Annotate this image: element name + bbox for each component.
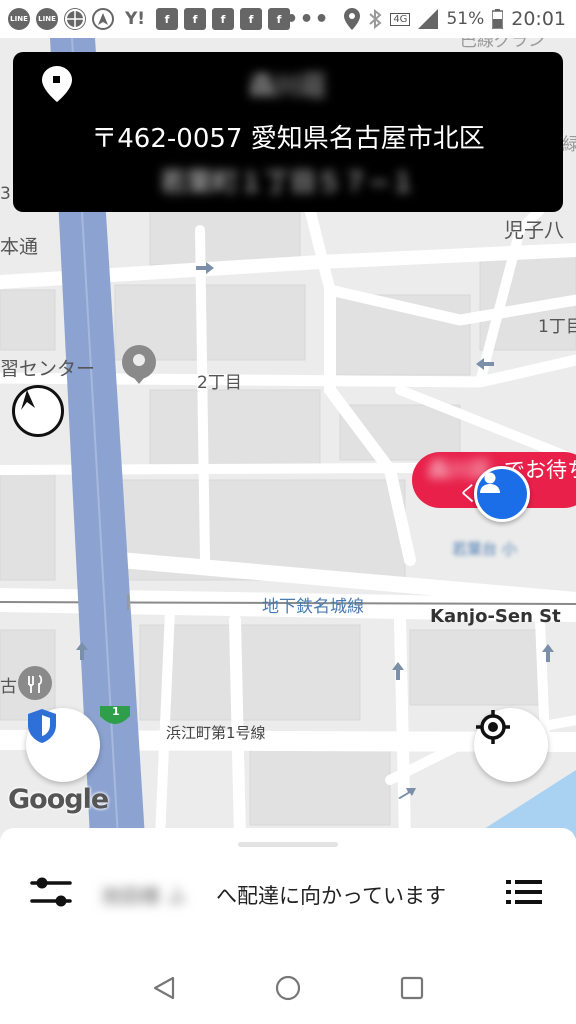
location-icon [344,8,361,30]
line-icon: LINE [8,8,30,30]
status-bar: LINE LINE Y! f f f f f ••• 4G 51% 20:01 [0,0,576,38]
notification-icons: LINE LINE Y! f f f f f ••• [0,6,330,32]
label-center[interactable]: 習センター [0,354,95,381]
back-icon[interactable] [151,975,177,1001]
safety-button[interactable] [26,708,100,782]
line-icon: LINE [36,8,58,30]
label-kojihachi: 児子八 [504,218,564,242]
signal-icon [418,9,439,29]
home-icon[interactable] [275,975,301,1001]
label-subway: 地下鉄名城線 [262,597,364,617]
google-logo: Google [8,784,109,815]
user-location-arrow [12,385,64,437]
delivery-address-card[interactable]: 森川荘 〒462-0057 愛知県名古屋市北区 若葉町１丁目５７−１ [13,52,563,212]
facebook-icon: f [156,8,178,30]
label-partial-right: 緑 [562,135,576,155]
navigation-icon [92,8,114,30]
facebook-icon: f [184,8,206,30]
battery-percent: 51% [446,9,485,29]
recenter-button[interactable] [474,708,548,782]
label-3: 3 [0,184,11,204]
battery-icon [492,9,504,29]
list-icon [506,880,542,904]
label-hamaecho: 浜江町第1号線 [166,724,266,742]
system-nav-bar [0,952,576,1024]
crosshair-icon [476,710,510,744]
facebook-icon: f [212,8,234,30]
more-icon: ••• [284,6,330,32]
address-postal-text: 〒462-0057 愛知県名古屋市北区 [91,124,485,154]
person-icon [480,472,500,493]
address-name: 森川荘 [248,72,327,102]
label-partial-top: 巴線グラン [460,38,545,51]
bluetooth-icon [369,8,382,30]
sheet-handle[interactable] [238,842,338,847]
address-street: 若葉町１丁目５７−１ [160,168,416,198]
globe-icon [64,8,86,30]
label-kanjo: Kanjo-Sen St [430,606,561,627]
label-2chome: 2丁目 [197,373,242,393]
label-hondori: 本通 [0,236,39,258]
driver-marker[interactable] [474,466,530,522]
label-school: 若葉台 小 [452,540,517,558]
yahoo-icon: Y! [124,9,146,29]
recents-icon[interactable] [399,975,425,1001]
route-badge-label: 1 [112,705,120,718]
navigation-arrow-icon [21,390,35,410]
clock: 20:01 [511,8,566,30]
network-type: 4G [390,12,411,26]
filter-button[interactable] [30,874,72,910]
sliders-icon [30,877,72,907]
facebook-icon: f [240,8,262,30]
recipient-name: 池田様 ふ [100,884,187,908]
label-restaurant-char: 古 [0,677,17,697]
delivery-status-text: へ配達に向かっています [216,884,446,908]
system-status: 4G 51% 20:01 [344,0,566,38]
label-1chome: 1丁目 [538,317,576,337]
address-postal: 〒462-0057 愛知県名古屋市北区 [13,118,563,155]
list-button[interactable] [504,874,544,910]
shield-icon [28,709,56,743]
